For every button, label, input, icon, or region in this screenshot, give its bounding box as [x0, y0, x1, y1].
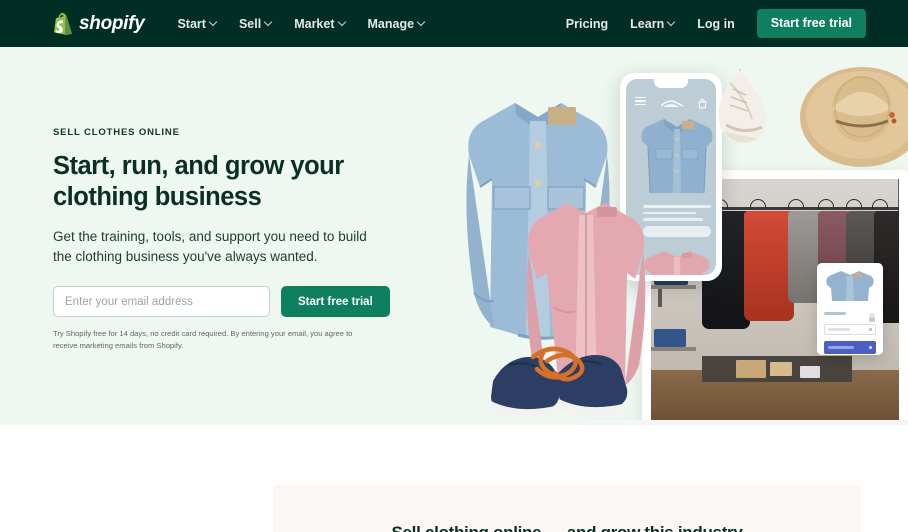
checkout-pay-button[interactable] — [824, 341, 876, 354]
hero-image-composition — [455, 47, 908, 425]
email-input[interactable] — [53, 286, 270, 318]
headline-line-2: clothing business — [53, 182, 262, 211]
nav-item-login[interactable]: Log in — [697, 17, 735, 31]
nav-label-pricing: Pricing — [565, 16, 609, 31]
page-root: shopify Start Sell Market Manage Pricing… — [0, 0, 908, 532]
storage-box — [800, 366, 820, 378]
placeholder-line — [643, 211, 697, 215]
straw-hat — [800, 57, 908, 169]
shopify-bag-icon — [53, 12, 72, 35]
hero-section: SELL CLOTHES ONLINE Start, run, and grow… — [0, 47, 908, 425]
button-indicator-dot — [869, 346, 872, 349]
shelf — [650, 285, 696, 289]
hanger-icon — [818, 199, 834, 209]
shelf-goods — [654, 329, 686, 347]
signup-form: Start free trial — [53, 286, 398, 318]
hero-eyebrow: SELL CLOTHES ONLINE — [53, 127, 180, 138]
navy-sneakers — [485, 343, 635, 425]
section-title: Sell clothing online — and grow this ind… — [273, 523, 861, 532]
nav-label-manage: Manage — [367, 16, 415, 31]
storage-box — [770, 362, 792, 376]
rack-garment-red — [744, 211, 794, 321]
headline-line-1: Start, run, and grow your — [53, 152, 344, 180]
nav-item-manage[interactable]: Manage — [368, 17, 426, 31]
checkout-input-field[interactable] — [824, 324, 876, 335]
disclaimer-line-2: marketing emails from Shopify. — [79, 340, 184, 350]
hero-subcopy: Get the training, tools, and support you… — [53, 227, 388, 267]
chevron-down-icon — [418, 19, 425, 26]
nav-item-pricing[interactable]: Pricing — [566, 17, 608, 31]
checkout-card-header — [824, 309, 876, 322]
placeholder-line — [643, 205, 711, 208]
site-header: shopify Start Sell Market Manage Pricing… — [0, 0, 908, 47]
lock-icon — [868, 309, 876, 322]
shopify-wordmark: shopify — [79, 13, 145, 34]
chevron-down-icon — [668, 19, 675, 26]
checkout-product-image — [824, 270, 876, 302]
hanger-icon — [750, 199, 766, 209]
secondary-nav: Pricing Learn Log in Start free trial — [566, 9, 866, 38]
signup-disclaimer: Try Shopify free for 14 days, no credit … — [53, 328, 358, 351]
phone-product-pink-jacket — [642, 249, 712, 275]
hanger-icon — [846, 199, 862, 209]
page-title: Start, run, and grow your clothing busin… — [53, 151, 398, 212]
placeholder-line — [643, 218, 703, 221]
subcopy-line-2: the clothing business you've always want… — [53, 249, 318, 265]
store-logo-icon — [659, 96, 685, 107]
shopify-logo[interactable]: shopify — [53, 12, 145, 35]
nav-label-start: Start — [177, 16, 206, 31]
below-fold-section: Sell clothing online — and grow this ind… — [0, 425, 908, 532]
phone-notch — [654, 79, 688, 88]
checkout-label-placeholder — [824, 312, 846, 315]
nav-item-learn[interactable]: Learn — [630, 17, 675, 31]
nav-label-sell: Sell — [238, 16, 262, 31]
header-start-free-trial-button[interactable]: Start free trial — [756, 9, 866, 38]
shelf — [650, 347, 696, 351]
hanger-icon — [788, 199, 804, 209]
nav-label-learn: Learn — [630, 16, 665, 31]
content-panel: Sell clothing online — and grow this ind… — [273, 485, 861, 532]
hero-start-free-trial-button[interactable]: Start free trial — [281, 286, 390, 318]
subcopy-line-1: Get the training, tools, and support you… — [53, 229, 367, 245]
nav-item-market[interactable]: Market — [294, 17, 345, 31]
nav-item-sell[interactable]: Sell — [239, 17, 272, 31]
chevron-down-icon — [210, 19, 217, 26]
chevron-down-icon — [265, 19, 272, 26]
nav-item-start[interactable]: Start — [177, 17, 216, 31]
primary-nav: Start Sell Market Manage — [177, 17, 425, 31]
storage-box — [736, 360, 766, 378]
phone-text-placeholder — [643, 205, 711, 237]
hanging-sneaker — [700, 48, 780, 179]
chevron-down-icon — [339, 19, 346, 26]
phone-buy-button-placeholder[interactable] — [643, 225, 711, 237]
hanger-icon — [872, 199, 888, 209]
nav-label-market: Market — [294, 16, 335, 31]
hero-copy: SELL CLOTHES ONLINE Start, run, and grow… — [53, 127, 398, 351]
checkout-card-mockup — [817, 263, 883, 355]
field-indicator-dot — [869, 328, 872, 331]
nav-label-login: Log in — [697, 16, 735, 31]
hamburger-menu-icon[interactable] — [635, 96, 646, 106]
